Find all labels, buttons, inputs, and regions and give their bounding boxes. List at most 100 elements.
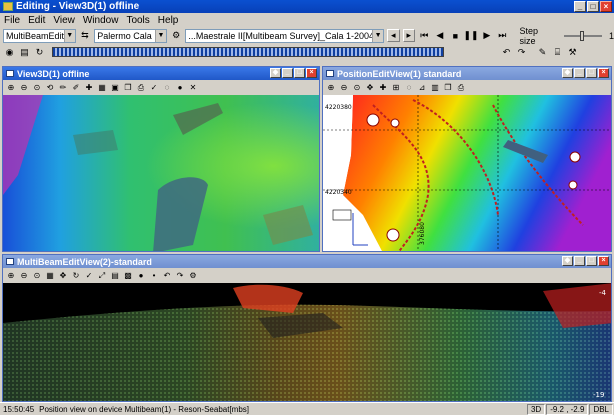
chart-icon[interactable]: ⊿ [416,82,428,94]
minimize-button[interactable]: _ [574,1,586,12]
settings-icon[interactable]: ⚒ [566,46,579,59]
maximize-button[interactable]: □ [586,68,597,78]
pin-icon[interactable]: ◆ [562,68,573,78]
copy-icon[interactable]: ❐ [442,82,454,94]
next-file-button[interactable]: ▸ [402,29,416,42]
grid-icon[interactable]: ▦ [96,82,108,94]
step-size-label: Step size [519,25,539,46]
multibeam-canvas[interactable]: -4 -19 [3,283,611,401]
position-canvas[interactable]: 4220380 4220340 376080 [323,95,611,251]
clear-icon[interactable]: ✕ [187,82,199,94]
prev-file-button[interactable]: ◂ [387,29,400,42]
status-mode: 3D [526,403,546,415]
menu-tools[interactable]: Tools [122,15,153,26]
pause-icon[interactable]: ❚❚ [464,29,479,42]
copy-icon[interactable]: ❐ [122,82,134,94]
close-button[interactable]: × [306,68,317,78]
pin-icon[interactable]: ◆ [562,256,573,266]
check-icon[interactable]: ✓ [83,270,95,282]
chevron-down-icon: ▼ [63,29,75,42]
table-icon[interactable]: ▤ [109,270,121,282]
select-icon[interactable]: ◌ [403,82,415,94]
diagonal-icon[interactable]: ⤢ [96,270,108,282]
select-icon[interactable]: ◌ [161,82,173,94]
move-icon[interactable]: ✥ [57,270,69,282]
dot-icon[interactable]: • [148,270,160,282]
pan-icon[interactable]: ✥ [364,82,376,94]
zoom-fit-icon[interactable]: ⊙ [351,82,363,94]
rotate-icon[interactable]: ⟲ [44,82,56,94]
color-scale-icon[interactable]: ▥ [429,82,441,94]
minimize-button[interactable]: _ [282,68,293,78]
rewind-icon[interactable]: ◀ [434,29,447,42]
edit-icon[interactable]: ✎ [536,46,549,59]
zoom-out-icon[interactable]: ⊖ [18,82,30,94]
zoom-out-icon[interactable]: ⊖ [338,82,350,94]
frame-icon[interactable]: ▣ [109,82,121,94]
ruler-icon[interactable]: ⊞ [390,82,402,94]
refresh-icon[interactable]: ↻ [70,270,82,282]
timeline-toolbar: ◉ ▤ ↻ ↶ ↷ ✎ ⌸ ⚒ [0,44,614,60]
minimize-button[interactable]: _ [574,256,585,266]
position-panel: PositionEditView(1) standard ◆ _ □ × ⊕ ⊖… [322,66,612,252]
check-icon[interactable]: ✓ [148,82,160,94]
gear-icon[interactable]: ⚙ [170,29,183,42]
crosshair-icon[interactable]: ✚ [83,82,95,94]
zoom-in-icon[interactable]: ⊕ [5,270,17,282]
play-icon[interactable]: ▶ [481,29,494,42]
brush-icon[interactable]: ✐ [70,82,82,94]
zoom-out-icon[interactable]: ⊖ [18,270,30,282]
layers-icon[interactable]: ▤ [18,46,31,59]
close-button[interactable]: × [598,68,609,78]
zoom-fit-icon[interactable]: ⊙ [31,82,43,94]
file-select[interactable]: ...Maestrale II[Multibeam Survey]_Cala 1… [185,28,385,43]
step-size-slider[interactable] [563,30,603,41]
redo-icon[interactable]: ↷ [515,46,528,59]
zoom-in-icon[interactable]: ⊕ [5,82,17,94]
pencil-icon[interactable]: ✏ [57,82,69,94]
status-time: 15:50:45 [3,404,35,414]
link-icon[interactable]: ⇆ [79,29,92,42]
title-bar: Editing - View3D(1) offline _ □ × [0,0,614,13]
maximize-button[interactable]: □ [294,68,305,78]
stop-icon[interactable]: ■ [449,29,462,42]
x-label: 376080 [419,222,426,245]
skip-forward-icon[interactable]: ⏭ [496,29,509,42]
print-icon[interactable]: ⎙ [135,82,147,94]
menu-file[interactable]: File [0,15,24,26]
zoom-in-icon[interactable]: ⊕ [325,82,337,94]
menu-edit[interactable]: Edit [24,15,49,26]
view3d-toolbar: ⊕ ⊖ ⊙ ⟲ ✏ ✐ ✚ ▦ ▣ ❐ ⎙ ✓ ◌ ● ✕ [3,80,319,95]
menu-help[interactable]: Help [154,15,183,26]
dot-icon[interactable]: ● [174,82,186,94]
maximize-button[interactable]: □ [587,1,599,12]
window-icon [6,258,14,265]
crosshair-icon[interactable]: ✚ [377,82,389,94]
main-toolbar: MultiBeamEditView(2... ▼ ⇆ Palermo Cala … [0,25,614,46]
filter-icon[interactable]: ⌸ [551,46,564,59]
redo-icon[interactable]: ↷ [174,270,186,282]
timeline-track[interactable] [52,47,444,57]
undo-icon[interactable]: ↶ [500,46,513,59]
settings-icon[interactable]: ⚙ [187,270,199,282]
texture-icon[interactable]: ▩ [122,270,134,282]
skip-back-icon[interactable]: ⏮ [418,29,431,42]
print-icon[interactable]: ⎙ [455,82,467,94]
maximize-button[interactable]: □ [586,256,597,266]
minimize-button[interactable]: _ [574,68,585,78]
close-button[interactable]: × [598,256,609,266]
pin-icon[interactable]: ◆ [270,68,281,78]
view3d-canvas[interactable] [3,95,319,251]
grid-icon[interactable]: ▦ [44,270,56,282]
menu-window[interactable]: Window [79,15,123,26]
zoom-fit-icon[interactable]: ⊙ [31,270,43,282]
record-icon[interactable]: ◉ [3,46,16,59]
close-button[interactable]: × [600,1,612,12]
point-icon[interactable]: ● [135,270,147,282]
location-select[interactable]: Palermo Cala ▼ [94,28,167,43]
undo-icon[interactable]: ↶ [161,270,173,282]
menu-view[interactable]: View [49,15,79,26]
window-icon [326,70,334,77]
refresh-icon[interactable]: ↻ [33,46,46,59]
view-select[interactable]: MultiBeamEditView(2... ▼ [3,28,76,43]
